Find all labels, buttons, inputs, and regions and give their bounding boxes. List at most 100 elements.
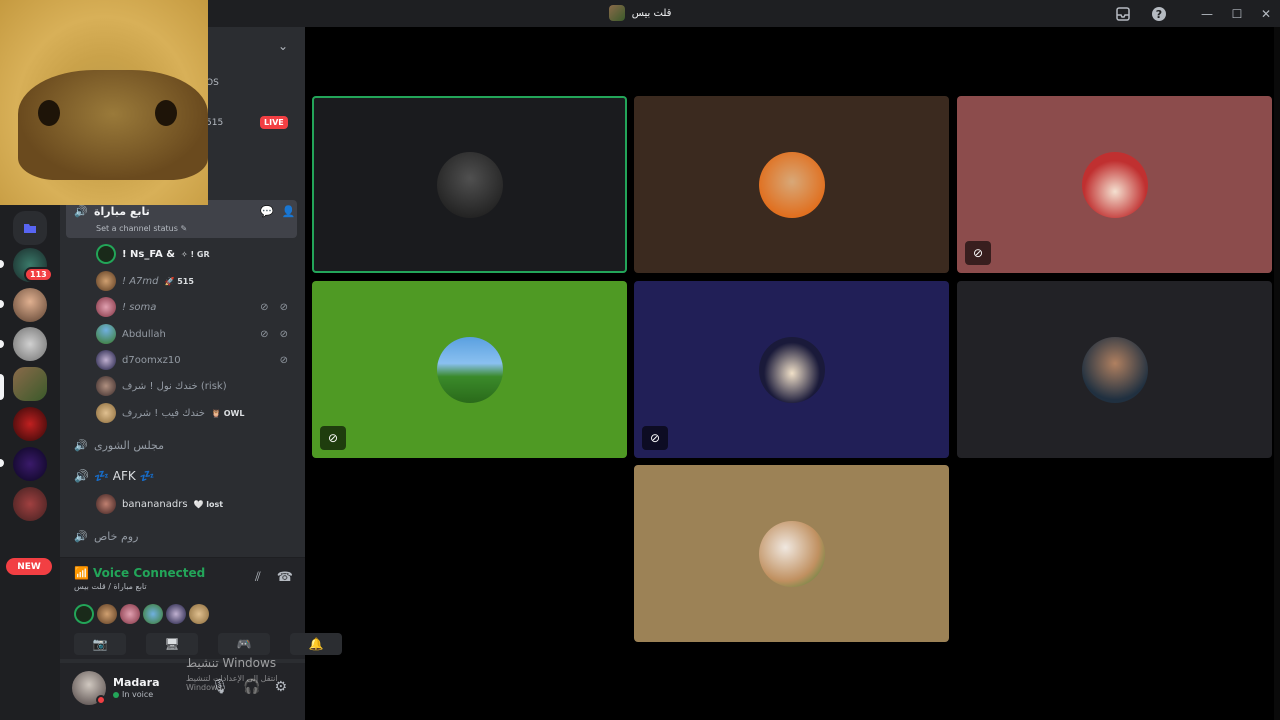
server-icon-active[interactable]: [13, 367, 47, 401]
webcam-preview[interactable]: [0, 0, 208, 205]
noise-suppression-icon[interactable]: ⫽: [255, 570, 261, 585]
inbox-icon[interactable]: [1113, 4, 1133, 24]
screen-share-icon[interactable]: 🖥: [146, 633, 198, 655]
server-icon-6[interactable]: [13, 447, 47, 481]
avatar: [96, 297, 116, 317]
member-name: ! A7md: [122, 275, 159, 287]
server-icon-3[interactable]: [13, 327, 47, 361]
chevron-down-icon[interactable]: ⌄: [278, 39, 288, 53]
server-icon-5[interactable]: [13, 407, 47, 441]
participant-avatar: [436, 336, 503, 403]
new-badge[interactable]: NEW: [6, 558, 52, 575]
voice-connected-label: Voice Connected: [92, 566, 206, 580]
participant-tile[interactable]: [312, 96, 627, 273]
participant-tile[interactable]: ⊘: [957, 96, 1272, 273]
voice-channel[interactable]: 🔊 روم خاص: [74, 530, 138, 543]
soundboard-icon[interactable]: 🔔: [290, 633, 342, 655]
avatar: [96, 271, 116, 291]
server-icon-7[interactable]: [13, 487, 47, 521]
member-row[interactable]: d7oomxz10 ⊘: [96, 350, 296, 370]
participant-avatar: [758, 151, 825, 218]
channel-status-hint[interactable]: Set a channel status ✎: [96, 224, 187, 233]
avatar[interactable]: [97, 604, 117, 624]
muted-icon: ⊘ ⊘: [260, 301, 292, 313]
member-row[interactable]: ! A7md 🚀 515: [96, 271, 296, 291]
disconnect-icon[interactable]: ☎: [277, 570, 293, 585]
windows-activation-watermark: تنشيط Windows انتقل إلى الإعدادات لتنشيط…: [186, 656, 305, 692]
voice-participant-avatars: [74, 604, 209, 624]
username[interactable]: Madara: [113, 676, 160, 689]
live-badge: LIVE: [260, 116, 288, 129]
minimize-button[interactable]: —: [1197, 4, 1217, 24]
member-tag: ✧ ! GR: [181, 249, 210, 259]
member-name: ! Ns_FA &: [122, 248, 175, 260]
user-status: In voice: [113, 690, 153, 699]
watermark-title: تنشيط Windows: [186, 656, 277, 670]
participant-avatar: [758, 336, 825, 403]
muted-icon: ⊘: [642, 426, 668, 450]
participant-avatar: [1081, 336, 1148, 403]
close-button[interactable]: ✕: [1256, 4, 1276, 24]
member-name: خندك نول ! شرف (risk): [122, 380, 227, 392]
mention-badge: 113: [24, 267, 53, 282]
avatar: [96, 494, 116, 514]
voice-connection-panel: 📶 Voice Connected تابع مباراة / قلت بيس …: [60, 557, 342, 659]
channel-tools: 💬 👤: [260, 205, 295, 218]
user-status-text: In voice: [122, 690, 154, 699]
voice-controls: ⫽ ☎: [255, 570, 293, 585]
voice-channel-afk[interactable]: 🔊 💤 AFK 💤: [74, 469, 155, 483]
channel-name: روم خاص: [94, 530, 139, 543]
avatar[interactable]: [189, 604, 209, 624]
activity-icon[interactable]: 🎮: [218, 633, 270, 655]
avatar[interactable]: [74, 604, 94, 624]
participant-tile[interactable]: [634, 465, 949, 642]
participant-avatar: [1081, 151, 1148, 218]
server-icon-2[interactable]: [13, 288, 47, 322]
member-row[interactable]: Abdullah ⊘ ⊘: [96, 324, 296, 344]
member-name: d7oomxz10: [122, 354, 181, 366]
voice-channel[interactable]: 🔊 مجلس الشورى: [74, 439, 164, 452]
member-name: Abdullah: [122, 328, 166, 340]
folder-icon[interactable]: [13, 211, 47, 245]
avatar[interactable]: [143, 604, 163, 624]
member-tag: 🦉 OWL: [210, 408, 245, 418]
muted-icon: ⊘: [279, 354, 292, 366]
member-tag: 🚀 515: [164, 276, 194, 286]
member-name: banananadrs: [122, 498, 188, 510]
maximize-button[interactable]: ☐: [1227, 4, 1247, 24]
voice-connected-status[interactable]: 📶 Voice Connected: [74, 566, 205, 580]
avatar[interactable]: [120, 604, 140, 624]
voice-channel-path[interactable]: تابع مباراة / قلت بيس: [74, 582, 147, 591]
invite-icon[interactable]: 👤: [282, 205, 296, 218]
server-indicator: [0, 459, 4, 467]
channel-name: مجلس الشورى: [94, 439, 164, 452]
participant-avatar: [436, 151, 503, 218]
camera-off-icon[interactable]: 📷: [74, 633, 126, 655]
channel-name: تابع مباراة: [94, 205, 150, 218]
participant-avatar: [758, 520, 825, 587]
member-row[interactable]: ! soma ⊘ ⊘: [96, 297, 296, 317]
server-indicator-active: [0, 374, 4, 400]
avatar: [96, 376, 116, 396]
avatar[interactable]: [166, 604, 186, 624]
help-icon[interactable]: ?: [1149, 4, 1169, 24]
participant-tile[interactable]: ⊘: [634, 281, 949, 458]
participant-tile[interactable]: [957, 281, 1272, 458]
member-row[interactable]: خندك فيب ! شررف 🦉 OWL: [96, 403, 296, 423]
participant-tile[interactable]: [634, 96, 949, 273]
member-row[interactable]: خندك نول ! شرف (risk): [96, 376, 296, 396]
avatar: [96, 403, 116, 423]
member-name: ! soma: [122, 301, 157, 313]
muted-icon: ⊘ ⊘: [260, 328, 292, 340]
voice-channel-active[interactable]: 🔊 تابع مباراة: [74, 205, 150, 218]
avatar: [96, 324, 116, 344]
scrollbar[interactable]: [1274, 27, 1280, 720]
participant-tile[interactable]: ⊘: [312, 281, 627, 458]
member-row[interactable]: banananadrs 🤍 lost: [96, 494, 296, 514]
chat-icon[interactable]: 💬: [260, 205, 274, 218]
member-row[interactable]: ! Ns_FA & ✧ ! GR: [96, 244, 296, 264]
speaker-icon: 🔊: [74, 205, 88, 218]
member-name: خندك فيب ! شررف: [122, 407, 205, 419]
svg-text:?: ?: [1156, 8, 1162, 21]
status-dot: [96, 695, 106, 705]
